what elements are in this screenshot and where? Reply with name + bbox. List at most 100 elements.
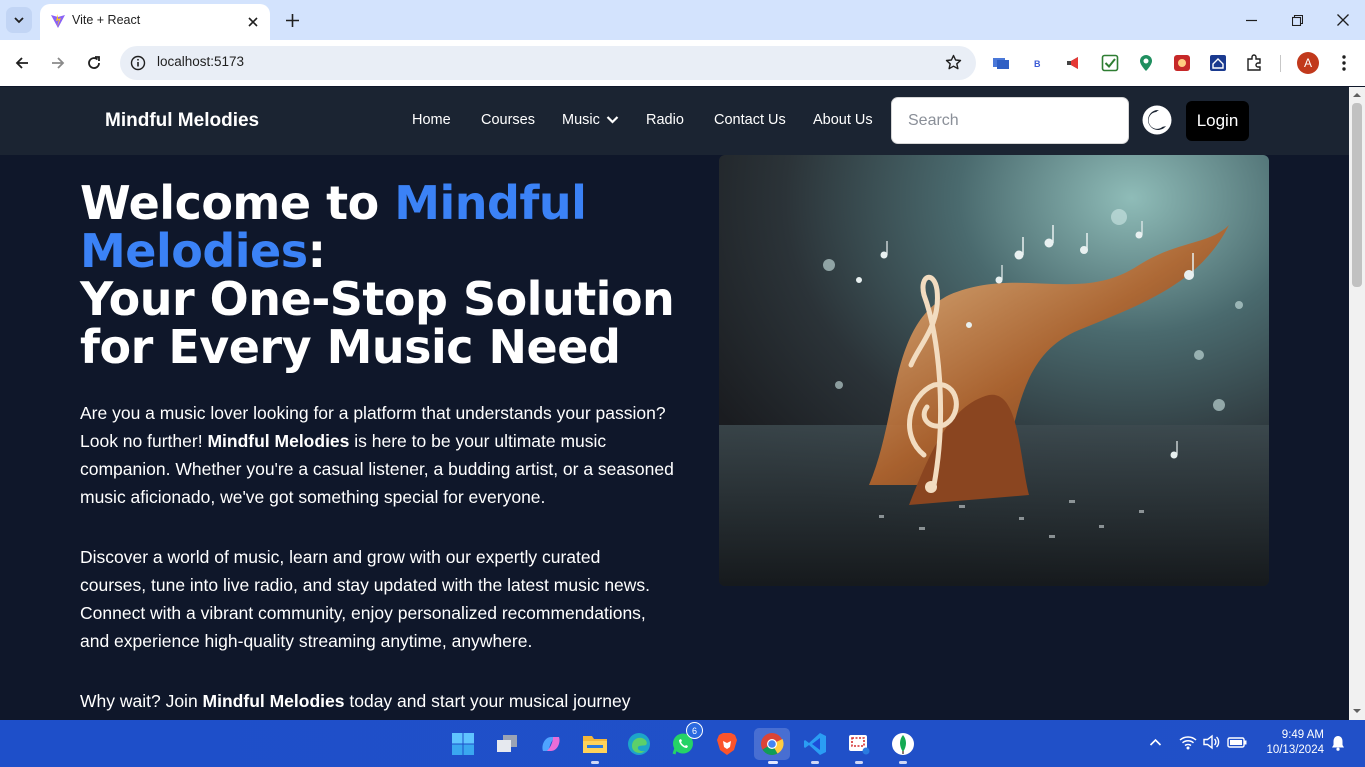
extension-pin-icon[interactable] <box>1136 53 1156 73</box>
tab-search-button[interactable] <box>6 7 32 33</box>
snipping-tool-icon <box>849 735 870 755</box>
copilot-button[interactable] <box>535 728 567 760</box>
hero-title-colon: : <box>307 224 326 278</box>
site-brand[interactable]: Mindful Melodies <box>105 110 259 132</box>
running-indicator <box>899 761 907 764</box>
windows-taskbar: 6 9:49 AM 10/13/2024 <box>0 720 1365 767</box>
hero-paragraph-1: Are you a music lover looking for a plat… <box>80 399 680 511</box>
extension-home-icon[interactable] <box>1208 53 1228 73</box>
folder-icon <box>583 736 607 753</box>
extension-b-icon[interactable]: B <box>1028 53 1048 73</box>
mongodb-leaf-icon <box>892 733 914 755</box>
profile-avatar[interactable]: A <box>1297 52 1319 74</box>
volume-icon[interactable] <box>1203 734 1221 750</box>
close-icon <box>1337 14 1349 26</box>
hero-title-subtitle: Your One-Stop Solution for Every Music N… <box>80 272 675 374</box>
scroll-down-icon[interactable] <box>1353 707 1361 715</box>
snipping-tool-button[interactable] <box>843 728 875 764</box>
close-icon <box>248 17 258 27</box>
battery-icon[interactable] <box>1227 734 1247 750</box>
hero-title-prefix: Welcome to <box>80 176 395 230</box>
notification-bell-icon[interactable] <box>1331 735 1345 751</box>
extension-screen-icon[interactable] <box>991 53 1011 73</box>
running-indicator <box>855 761 863 764</box>
extensions-puzzle-icon[interactable] <box>1244 53 1264 73</box>
arrow-right-icon <box>52 57 65 69</box>
address-bar[interactable]: localhost:5173 <box>120 46 976 80</box>
nav-contact[interactable]: Contact Us <box>714 112 786 128</box>
file-explorer-button[interactable] <box>579 728 611 764</box>
browser-tab-strip: Vite + React <box>0 0 1365 40</box>
mongodb-compass-button[interactable] <box>887 728 919 764</box>
hero-paragraph-3: Why wait? Join Mindful Melodies today an… <box>80 687 680 715</box>
copilot-icon <box>542 737 560 751</box>
system-clock[interactable]: 9:49 AM 10/13/2024 <box>1250 728 1324 758</box>
running-indicator <box>768 761 778 764</box>
nav-music[interactable]: Music <box>562 112 600 128</box>
clock-date: 10/13/2024 <box>1266 744 1324 756</box>
arrow-left-icon <box>15 57 28 69</box>
browser-menu-button[interactable] <box>1334 53 1354 73</box>
scrollbar-thumb[interactable] <box>1352 103 1362 287</box>
site-navbar: Mindful Melodies Home Courses Music Radi… <box>0 87 1349 155</box>
vscode-button[interactable] <box>799 728 831 764</box>
login-button[interactable]: Login <box>1186 101 1249 141</box>
toolbar-divider <box>1280 55 1281 72</box>
minimize-button[interactable] <box>1239 8 1263 32</box>
chrome-button[interactable] <box>754 728 790 764</box>
restore-icon <box>1291 14 1303 26</box>
windows-logo-icon <box>452 733 474 755</box>
task-view-icon <box>497 735 517 752</box>
browser-tab-active[interactable]: Vite + React <box>40 4 270 40</box>
running-indicator <box>591 761 599 764</box>
hero-music-image <box>719 155 1269 586</box>
chrome-icon <box>761 733 784 755</box>
paragraph-text: today and start your musical journey <box>344 691 631 711</box>
paragraph-brand-bold: Mindful Melodies <box>202 691 345 711</box>
task-view-button[interactable] <box>491 728 523 760</box>
brave-button[interactable] <box>711 728 743 760</box>
reload-button[interactable] <box>82 51 106 75</box>
wifi-icon[interactable] <box>1179 734 1197 750</box>
nav-radio[interactable]: Radio <box>646 112 684 128</box>
chevron-down-icon[interactable] <box>606 115 619 125</box>
browser-toolbar: localhost:5173 B A <box>0 40 1365 86</box>
nav-home[interactable]: Home <box>412 112 451 128</box>
search-input[interactable] <box>892 98 1128 143</box>
tab-title: Vite + React <box>72 13 141 27</box>
nav-courses[interactable]: Courses <box>481 112 535 128</box>
search-field[interactable] <box>891 97 1129 144</box>
chevron-up-icon[interactable] <box>1149 737 1162 747</box>
vscode-icon <box>804 733 826 755</box>
edge-button[interactable] <box>623 728 655 760</box>
running-indicator <box>811 761 819 764</box>
svg-text:B: B <box>1034 59 1041 69</box>
url-text[interactable]: localhost:5173 <box>157 54 244 69</box>
forward-button[interactable] <box>46 51 70 75</box>
back-button[interactable] <box>10 51 34 75</box>
minimize-icon <box>1245 19 1257 21</box>
hero-title: Welcome to Mindful Melodies: Your One-St… <box>80 179 700 371</box>
whatsapp-button[interactable]: 6 <box>667 722 703 760</box>
page-scrollbar[interactable] <box>1349 87 1365 720</box>
tab-close-button[interactable] <box>244 13 262 31</box>
more-vertical-icon <box>1342 55 1346 71</box>
chevron-down-icon <box>14 17 24 24</box>
theme-toggle-moon-icon[interactable] <box>1142 105 1172 135</box>
nav-about[interactable]: About Us <box>813 112 873 128</box>
bookmark-star-icon[interactable] <box>945 54 962 71</box>
start-button[interactable] <box>447 728 479 760</box>
close-window-button[interactable] <box>1331 8 1355 32</box>
extension-checkbox-icon[interactable] <box>1100 53 1120 73</box>
extension-megaphone-icon[interactable] <box>1064 53 1084 73</box>
new-tab-button[interactable] <box>282 10 302 30</box>
restore-button[interactable] <box>1285 8 1309 32</box>
site-info-icon[interactable] <box>130 55 146 71</box>
brave-lion-icon <box>717 733 737 755</box>
notification-badge: 6 <box>686 722 703 739</box>
extension-red-icon[interactable] <box>1172 53 1192 73</box>
page-viewport: Mindful Melodies Home Courses Music Radi… <box>0 87 1349 720</box>
paragraph-brand-bold: Mindful Melodies <box>207 431 350 451</box>
scroll-up-icon[interactable] <box>1353 91 1361 99</box>
vite-favicon-icon <box>51 14 65 28</box>
